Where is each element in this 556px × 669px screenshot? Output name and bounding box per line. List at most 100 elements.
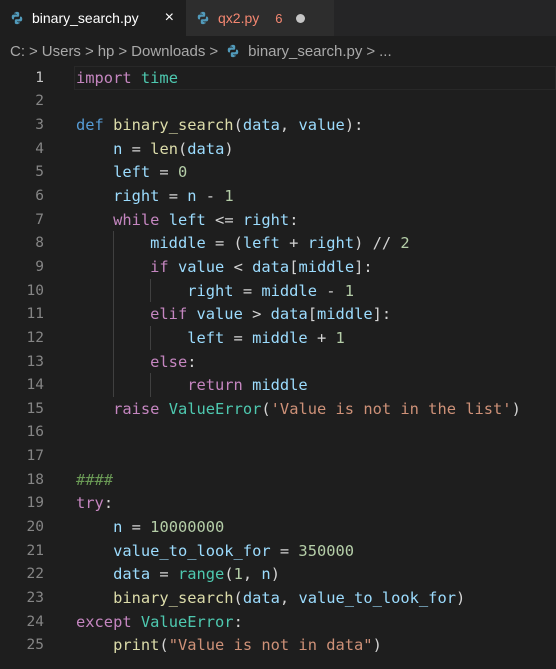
code-editor[interactable]: 1 import time 2 3 def binary_search(data, va… xyxy=(0,66,556,657)
line-number: 3 xyxy=(35,117,44,134)
code-token: 350000 xyxy=(298,541,355,560)
code-line[interactable]: 17 xyxy=(0,444,556,468)
code-token: 1 xyxy=(344,281,355,300)
tab-qx2[interactable]: qx2.py 6 xyxy=(186,0,334,36)
code-token: middle xyxy=(252,376,308,395)
code-token: left xyxy=(187,328,225,347)
code-token: = xyxy=(159,187,188,206)
code-line[interactable]: 6 right = n - 1 xyxy=(0,184,556,208)
code-line[interactable]: 9 if value < data[middle]: xyxy=(0,255,556,279)
code-token: raise xyxy=(113,399,160,418)
code-token: 10000000 xyxy=(150,517,225,536)
code-token: left xyxy=(168,210,206,229)
line-number: 13 xyxy=(26,353,44,370)
code-line[interactable]: 18 #### xyxy=(0,468,556,492)
code-token: = xyxy=(150,565,178,584)
code-text: try: xyxy=(76,494,113,512)
code-text: import time xyxy=(76,69,178,87)
code-token: except xyxy=(76,612,132,631)
code-token: binary_search xyxy=(113,116,234,135)
code-line[interactable]: 13 else: xyxy=(0,349,556,374)
tab-bar-empty xyxy=(334,0,556,36)
breadcrumb-downloads[interactable]: Downloads xyxy=(131,43,205,60)
code-text: else: xyxy=(76,353,196,371)
line-number: 24 xyxy=(26,613,44,630)
code-line[interactable]: 11 elif value > data[middle]: xyxy=(0,302,556,327)
code-token: = xyxy=(150,163,178,182)
code-token: data xyxy=(252,257,290,276)
code-line[interactable]: 20 n = 10000000 xyxy=(0,515,556,539)
code-token: 0 xyxy=(177,163,188,182)
code-line[interactable]: 15 raise ValueError('Value is not in the… xyxy=(0,397,556,421)
code-token: 1 xyxy=(233,565,243,584)
code-text: data = range(1, n) xyxy=(76,565,280,583)
code-token: + xyxy=(279,234,308,253)
line-number: 22 xyxy=(26,566,44,583)
line-number: 8 xyxy=(35,235,44,252)
code-token: = xyxy=(270,541,299,560)
code-line[interactable]: 16 xyxy=(0,421,556,445)
code-line[interactable]: 14 return middle xyxy=(0,373,556,397)
breadcrumb-separator: > xyxy=(29,42,38,60)
breadcrumb-separator: > xyxy=(118,42,128,60)
code-line[interactable]: 3 def binary_search(data, value): xyxy=(0,113,556,137)
code-text: while left <= right: xyxy=(76,211,298,229)
breadcrumb-users[interactable]: Users xyxy=(42,43,81,60)
code-token: value_to_look_for xyxy=(298,588,456,607)
code-token: ( xyxy=(233,588,243,607)
code-token: n xyxy=(261,565,271,584)
code-token: n xyxy=(113,517,123,536)
code-line[interactable]: 10 right = middle - 1 xyxy=(0,278,556,303)
tab-binary-search[interactable]: binary_search.py × xyxy=(0,0,186,36)
code-line[interactable]: 8 middle = (left + right) // 2 xyxy=(0,231,556,256)
code-line[interactable]: 24 except ValueError: xyxy=(0,610,556,634)
code-token: 'Value is not in the list' xyxy=(270,399,512,418)
close-icon[interactable]: × xyxy=(165,9,176,27)
code-token: try xyxy=(76,494,104,513)
code-token: n xyxy=(187,187,197,206)
tab-label: qx2.py xyxy=(218,10,260,26)
breadcrumb-file[interactable]: binary_search.py xyxy=(248,43,362,60)
code-token: len xyxy=(150,139,178,158)
code-token: <= xyxy=(205,210,243,229)
code-line[interactable]: 19 try: xyxy=(0,492,556,516)
code-line[interactable]: 25 print("Value is not in data") xyxy=(0,633,556,657)
code-token: value_to_look_for xyxy=(113,541,271,560)
line-number: 5 xyxy=(35,164,44,181)
line-number: 17 xyxy=(26,448,44,465)
code-token: = xyxy=(122,517,151,536)
code-line[interactable]: 1 import time xyxy=(0,66,556,90)
breadcrumb-drive[interactable]: C: xyxy=(10,43,25,60)
code-line[interactable]: 22 data = range(1, n) xyxy=(0,562,556,586)
code-line[interactable]: 2 xyxy=(0,90,556,114)
code-text: right = middle - 1 xyxy=(76,282,354,300)
code-token: ): xyxy=(344,116,364,135)
code-line[interactable]: 4 n = len(data) xyxy=(0,137,556,161)
unsaved-dot-icon[interactable] xyxy=(296,13,306,23)
code-token: ) xyxy=(224,139,234,158)
tab-label: binary_search.py xyxy=(32,10,139,26)
breadcrumb-more[interactable]: ... xyxy=(379,43,392,60)
line-number: 15 xyxy=(26,400,44,417)
code-line[interactable]: 23 binary_search(data, value_to_look_for… xyxy=(0,586,556,610)
code-token: + xyxy=(307,328,336,347)
breadcrumb-separator: > xyxy=(366,42,376,60)
breadcrumb-hp[interactable]: hp xyxy=(98,43,115,60)
code-line[interactable]: 5 left = 0 xyxy=(0,161,556,185)
code-token: print xyxy=(113,636,160,655)
code-token: elif xyxy=(150,305,188,324)
line-number: 19 xyxy=(26,495,44,512)
code-text: n = 10000000 xyxy=(76,518,224,536)
code-line[interactable]: 12 left = middle + 1 xyxy=(0,326,556,350)
code-line[interactable]: 7 while left <= right: xyxy=(0,208,556,232)
code-line[interactable]: 21 value_to_look_for = 350000 xyxy=(0,539,556,563)
